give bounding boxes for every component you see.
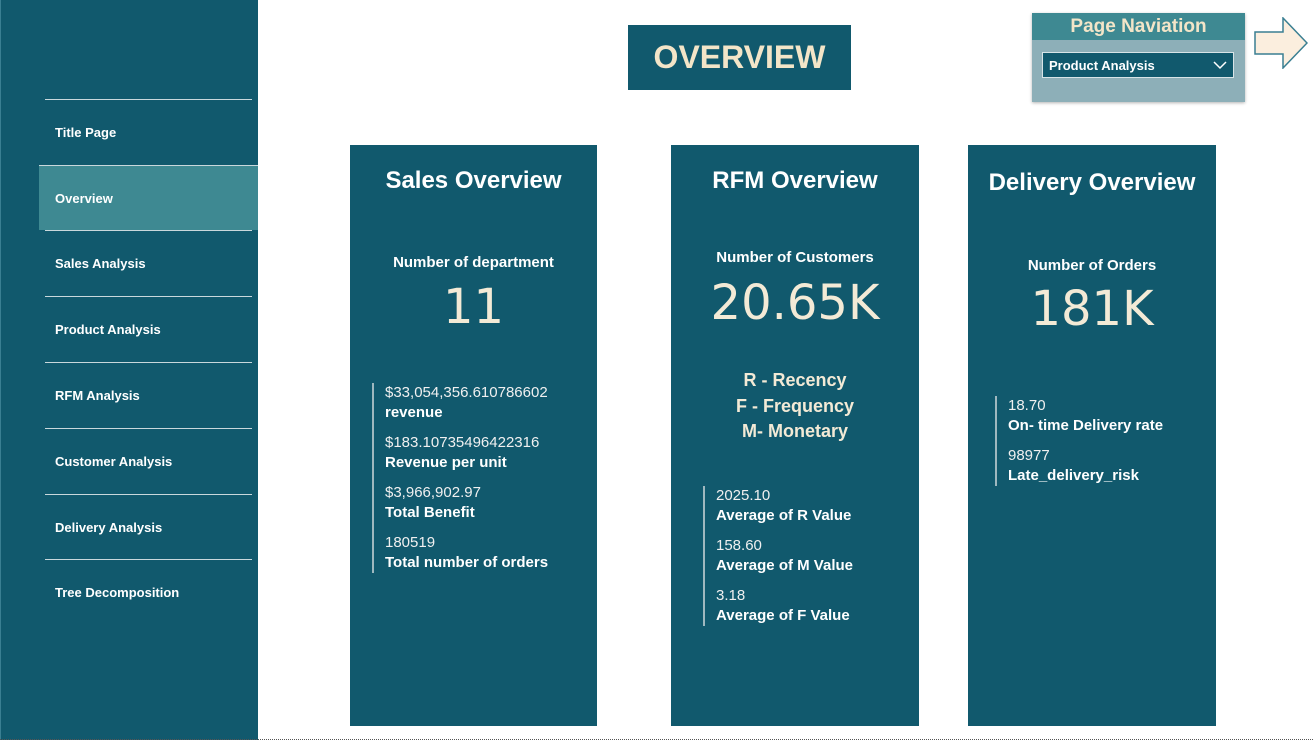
rfm-legend: R - Recency F - Frequency M- Monetary	[671, 368, 919, 445]
sidebar-item-label: Title Page	[55, 124, 117, 140]
kpi-value: 158.60	[716, 537, 762, 554]
sales-overview-card: Sales Overview Number of department 11 $…	[350, 145, 597, 726]
rfm-legend-recency: R - Recency	[743, 370, 847, 390]
sidebar-item-overview[interactable]: Overview	[39, 165, 258, 230]
page-title-text: OVERVIEW	[653, 39, 826, 75]
kpi-value: 3.18	[716, 587, 746, 604]
rfm-legend-monetary: M- Monetary	[741, 421, 848, 441]
kpi-label: Average of R Value	[716, 507, 852, 524]
kpi-label: Average of F Value	[716, 607, 850, 624]
kpi-value: 18.70	[1008, 397, 1046, 414]
kpi-label: Late_delivery_risk	[1008, 467, 1139, 484]
kpi-label: Average of M Value	[716, 557, 853, 574]
page-navigation-dropdown[interactable]: Product Analysis	[1042, 52, 1234, 78]
sidebar-item-customer-analysis[interactable]: Customer Analysis	[45, 428, 252, 493]
rfm-legend-frequency: F - Frequency	[735, 395, 855, 416]
kpi-list: 18.70 On- time Delivery rate 98977 Late_…	[995, 396, 1163, 486]
kpi-label: Revenue per unit	[385, 454, 507, 471]
sidebar-item-delivery-analysis[interactable]: Delivery Analysis	[45, 494, 252, 559]
page-navigation-title: Page Naviation	[1032, 13, 1245, 40]
kpi-value: 2025.10	[716, 487, 771, 504]
page-navigation-panel: Page Naviation Product Analysis	[1032, 13, 1245, 102]
kpi-list: 2025.10 Average of R Value 158.60 Averag…	[703, 486, 853, 626]
kpi-value: $3,966,902.97	[385, 484, 481, 501]
kpi-value: 180519	[385, 534, 436, 551]
kpi-label: Total Benefit	[385, 504, 475, 521]
sidebar-item-label: Product Analysis	[55, 321, 161, 337]
metric-value: 181K	[1030, 281, 1154, 337]
metric-label: Number of Customers	[716, 249, 874, 266]
sidebar-item-label: Sales Analysis	[55, 255, 146, 271]
page-bottom-border	[0, 739, 1313, 740]
right-arrow-icon[interactable]	[1254, 17, 1308, 69]
sidebar-item-rfm-analysis[interactable]: RFM Analysis	[45, 362, 252, 427]
sidebar-item-label: Overview	[55, 190, 113, 206]
kpi-value: $183.10735496422316	[385, 434, 540, 451]
metric-value: 11	[442, 279, 505, 335]
rfm-overview-card: RFM Overview Number of Customers 20.65K …	[671, 145, 919, 726]
metric-label: Number of department	[393, 254, 554, 271]
sidebar-item-product-analysis[interactable]: Product Analysis	[45, 296, 252, 361]
dropdown-selected-value: Product Analysis	[1049, 57, 1155, 73]
delivery-overview-card: Delivery Overview Number of Orders 181K …	[968, 145, 1216, 726]
kpi-label: revenue	[385, 404, 443, 421]
metric-label: Number of Orders	[1027, 257, 1157, 274]
sidebar-item-tree-decomposition[interactable]: Tree Decomposition	[45, 559, 252, 624]
kpi-value: $33,054,356.610786602	[385, 384, 548, 401]
kpi-value: 98977	[1008, 447, 1050, 464]
kpi-list: $33,054,356.610786602 revenue $183.10735…	[372, 383, 548, 573]
sidebar-item-label: Tree Decomposition	[55, 584, 180, 600]
card-title: RFM Overview	[712, 167, 878, 194]
card-title: Delivery Overview	[988, 169, 1196, 196]
sidebar-item-label: Customer Analysis	[55, 453, 173, 469]
sidebar-item-sales-analysis[interactable]: Sales Analysis	[45, 230, 252, 295]
chevron-down-icon	[1213, 61, 1227, 70]
kpi-label: On- time Delivery rate	[1008, 417, 1164, 434]
page-title: OVERVIEW	[628, 25, 851, 90]
sidebar-item-label: RFM Analysis	[55, 387, 140, 403]
sidebar-nav: Title Page Overview Sales Analysis Produ…	[0, 0, 258, 740]
kpi-label: Total number of orders	[385, 554, 549, 571]
sidebar-item-title-page[interactable]: Title Page	[45, 99, 252, 164]
metric-value: 20.65K	[710, 275, 880, 331]
sidebar-item-label: Delivery Analysis	[55, 519, 163, 535]
card-title: Sales Overview	[385, 167, 562, 194]
